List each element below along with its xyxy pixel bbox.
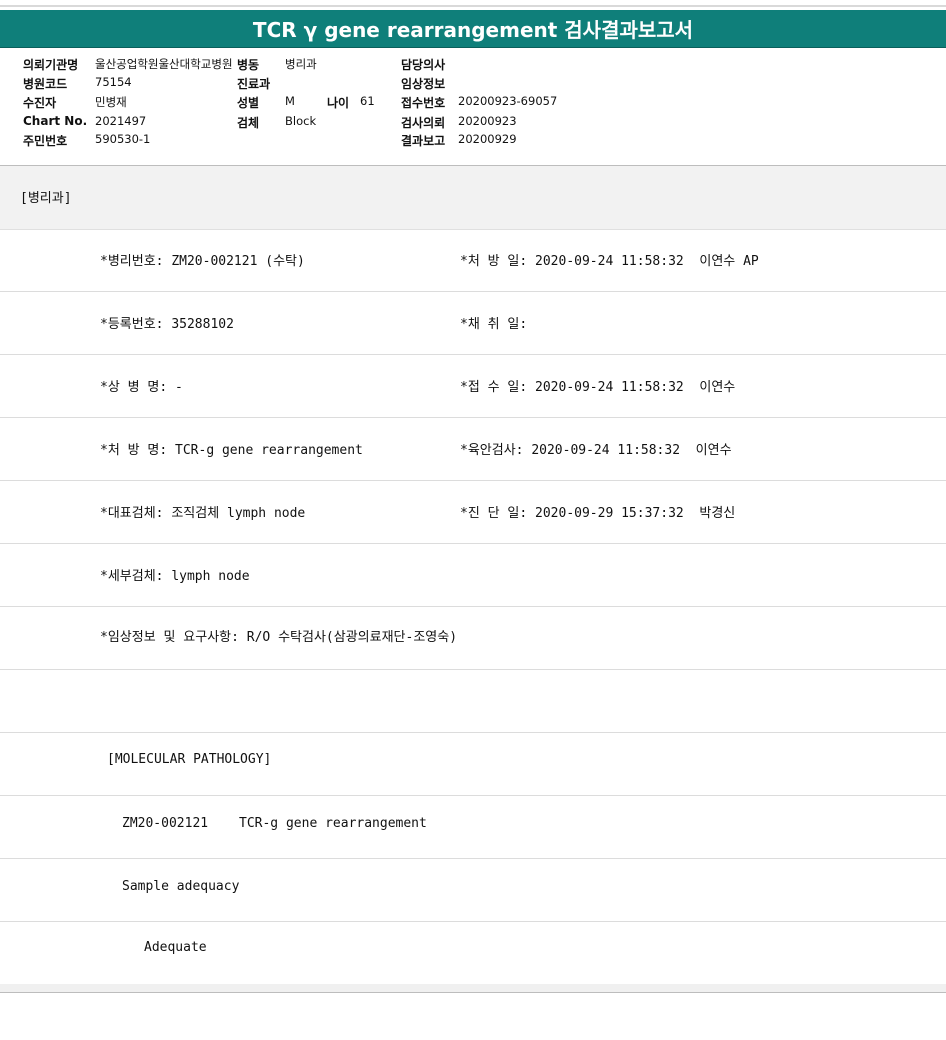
detail-row: *처 방 명: TCR-g gene rearrangement *육안검사: … <box>0 418 946 481</box>
detail-specimen: *세부검체: lymph node <box>100 569 250 584</box>
registration-number: *등록번호: 35288102 <box>100 317 234 332</box>
report-date-label: 결과보고 <box>401 134 446 148</box>
request-date-value: 20200923 <box>458 114 517 128</box>
test-name: TCR-g gene rearrangement <box>239 816 427 831</box>
department-section-band: [병리과] <box>0 165 946 230</box>
chart-no-label: Chart No. <box>23 114 88 128</box>
sex-label: 성별 <box>237 96 260 110</box>
detail-row: *임상정보 및 요구사항: R/O 수탁검사(삼광의료재단-조영숙) <box>0 607 946 670</box>
info-row-1: 의뢰기관명 울산공업학원울산대학교병원 병동 병리과 담당의사 <box>0 56 946 74</box>
sample-adequacy-label: Sample adequacy <box>122 879 240 894</box>
clinical-request: *임상정보 및 요구사항: R/O 수탁검사(삼광의료재단-조영숙) <box>100 630 458 645</box>
receipt-no-value: 20200923-69057 <box>458 94 558 108</box>
chart-no-value: 2021497 <box>95 114 147 128</box>
top-rule <box>0 5 946 7</box>
ward-value: 병리과 <box>285 57 317 71</box>
receipt-date: *접 수 일: 2020-09-24 11:58:32 이연수 <box>460 380 736 395</box>
institution-value: 울산공업학원울산대학교병원 <box>95 57 233 71</box>
representative-specimen: *대표검체: 조직검체 lymph node <box>100 506 306 521</box>
diagnosis-name: *상 병 명: - <box>100 380 183 395</box>
request-date-label: 검사의뢰 <box>401 116 446 130</box>
blank-row <box>0 670 946 733</box>
patient-label: 수진자 <box>23 96 57 110</box>
sex-value: M <box>285 94 295 108</box>
report-date-value: 20200929 <box>458 132 517 146</box>
age-label: 나이 <box>327 96 350 110</box>
result-row: ZM20-002121 TCR-g gene rearrangement <box>0 796 946 859</box>
resident-no-label: 주민번호 <box>23 134 68 148</box>
detail-row: *대표검체: 조직검체 lymph node *진 단 일: 2020-09-2… <box>0 481 946 544</box>
doctor-label: 담당의사 <box>401 58 446 72</box>
collection-date: *채 취 일: <box>460 317 528 332</box>
department-label: 진료과 <box>237 77 271 91</box>
report-title: TCR γ gene rearrangement 검사결과보고서 <box>0 10 946 48</box>
case-number: ZM20-002121 <box>122 816 209 831</box>
department-section-label: [병리과] <box>20 191 72 206</box>
info-row-3: 수진자 민병재 성별 M 나이 61 접수번호 20200923-69057 <box>0 94 946 112</box>
detail-row: *세부검체: lymph node <box>0 544 946 607</box>
detail-row: *병리번호: ZM20-002121 (수탁) *처 방 일: 2020-09-… <box>0 229 946 292</box>
ward-label: 병동 <box>237 58 260 72</box>
specimen-label: 검체 <box>237 116 260 130</box>
order-name: *처 방 명: TCR-g gene rearrangement <box>100 443 363 458</box>
hospital-code-label: 병원코드 <box>23 77 68 91</box>
result-row: Adequate <box>0 922 946 985</box>
detail-row: *등록번호: 35288102 *채 취 일: <box>0 292 946 355</box>
clinical-info-label: 임상정보 <box>401 77 446 91</box>
specimen-value: Block <box>285 114 317 128</box>
patient-value: 민병재 <box>95 95 127 109</box>
result-row: Sample adequacy <box>0 859 946 922</box>
info-row-5: 주민번호 590530-1 결과보고 20200929 <box>0 132 946 150</box>
patient-info-header: 의뢰기관명 울산공업학원울산대학교병원 병동 병리과 담당의사 병원코드 751… <box>0 50 946 164</box>
age-value: 61 <box>360 94 375 108</box>
pathology-number: *병리번호: ZM20-002121 (수탁) <box>100 254 305 269</box>
institution-label: 의뢰기관명 <box>23 58 79 72</box>
info-row-4: Chart No. 2021497 검체 Block 검사의뢰 20200923 <box>0 114 946 132</box>
hospital-code-value: 75154 <box>95 75 132 89</box>
resident-no-value: 590530-1 <box>95 132 151 146</box>
molecular-pathology-header: [MOLECULAR PATHOLOGY] <box>107 752 272 767</box>
sample-adequacy-value: Adequate <box>144 940 207 955</box>
diagnosis-date: *진 단 일: 2020-09-29 15:37:32 박경신 <box>460 506 736 521</box>
bottom-band <box>0 984 946 993</box>
gross-exam: *육안검사: 2020-09-24 11:58:32 이연수 <box>460 443 732 458</box>
receipt-no-label: 접수번호 <box>401 96 446 110</box>
result-row: [MOLECULAR PATHOLOGY] <box>0 733 946 796</box>
info-row-2: 병원코드 75154 진료과 임상정보 <box>0 75 946 93</box>
detail-row: *상 병 명: - *접 수 일: 2020-09-24 11:58:32 이연… <box>0 355 946 418</box>
order-date: *처 방 일: 2020-09-24 11:58:32 이연수 AP <box>460 254 759 269</box>
